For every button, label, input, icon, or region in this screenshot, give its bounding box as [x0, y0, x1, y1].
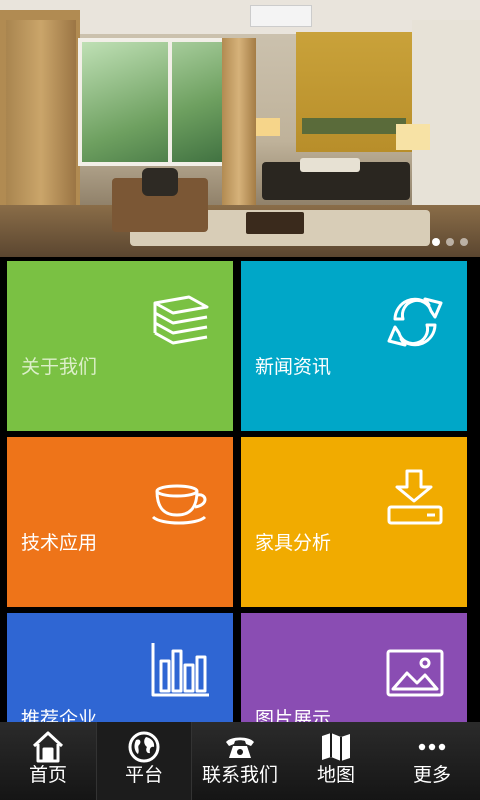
tab-contact-us[interactable]: 联系我们	[192, 722, 288, 800]
carousel-dot-3[interactable]	[460, 238, 468, 246]
banner-curtain-left	[6, 20, 76, 220]
tab-label: 首页	[28, 764, 67, 786]
tab-home[interactable]: 首页	[0, 722, 96, 800]
telephone-icon	[223, 730, 257, 764]
tile-about-us[interactable]: 关于我们	[7, 261, 233, 431]
tile-label: 新闻资讯	[255, 356, 332, 378]
tile-news[interactable]: 新闻资讯	[241, 261, 467, 431]
stacked-papers-icon	[151, 293, 211, 351]
map-icon	[319, 730, 353, 764]
tile-furniture-analysis[interactable]: 家具分析	[241, 437, 467, 607]
hero-banner[interactable]	[0, 0, 480, 257]
home-icon	[31, 730, 65, 764]
carousel-dot-2[interactable]	[446, 238, 454, 246]
banner-window	[78, 38, 236, 166]
banner-lamp-left	[256, 118, 280, 136]
banner-gold-panel	[296, 32, 412, 152]
banner-lamp-right	[396, 124, 430, 150]
tab-label: 地图	[316, 764, 355, 786]
tile-tech-application[interactable]: 技术应用	[7, 437, 233, 607]
tab-platform[interactable]: 平台	[96, 722, 192, 800]
banner-stool	[246, 212, 304, 234]
picture-icon	[385, 645, 445, 703]
coffee-cup-icon	[151, 469, 211, 527]
tab-label: 联系我们	[201, 764, 278, 786]
banner-air-conditioner	[250, 5, 312, 27]
refresh-arrows-icon	[385, 293, 445, 351]
carousel-indicator	[432, 238, 468, 246]
bottom-tab-bar: 首页 平台 联系我们 地图 更多	[0, 722, 480, 800]
download-tray-icon	[385, 469, 445, 527]
more-dots-icon	[415, 730, 449, 764]
tile-label: 技术应用	[21, 532, 98, 554]
banner-armchair-cushion	[142, 168, 178, 196]
tile-label: 家具分析	[255, 532, 332, 554]
tab-more[interactable]: 更多	[384, 722, 480, 800]
tab-label: 更多	[412, 764, 451, 786]
banner-sofa-cushion	[300, 158, 360, 172]
tab-map[interactable]: 地图	[288, 722, 384, 800]
tile-label: 关于我们	[21, 356, 98, 378]
tab-label: 平台	[124, 764, 163, 786]
banner-curtain-right	[222, 38, 256, 218]
bar-chart-icon	[151, 641, 211, 699]
banner-wall-right	[412, 20, 480, 220]
globe-icon	[127, 730, 161, 764]
carousel-dot-1[interactable]	[432, 238, 440, 246]
